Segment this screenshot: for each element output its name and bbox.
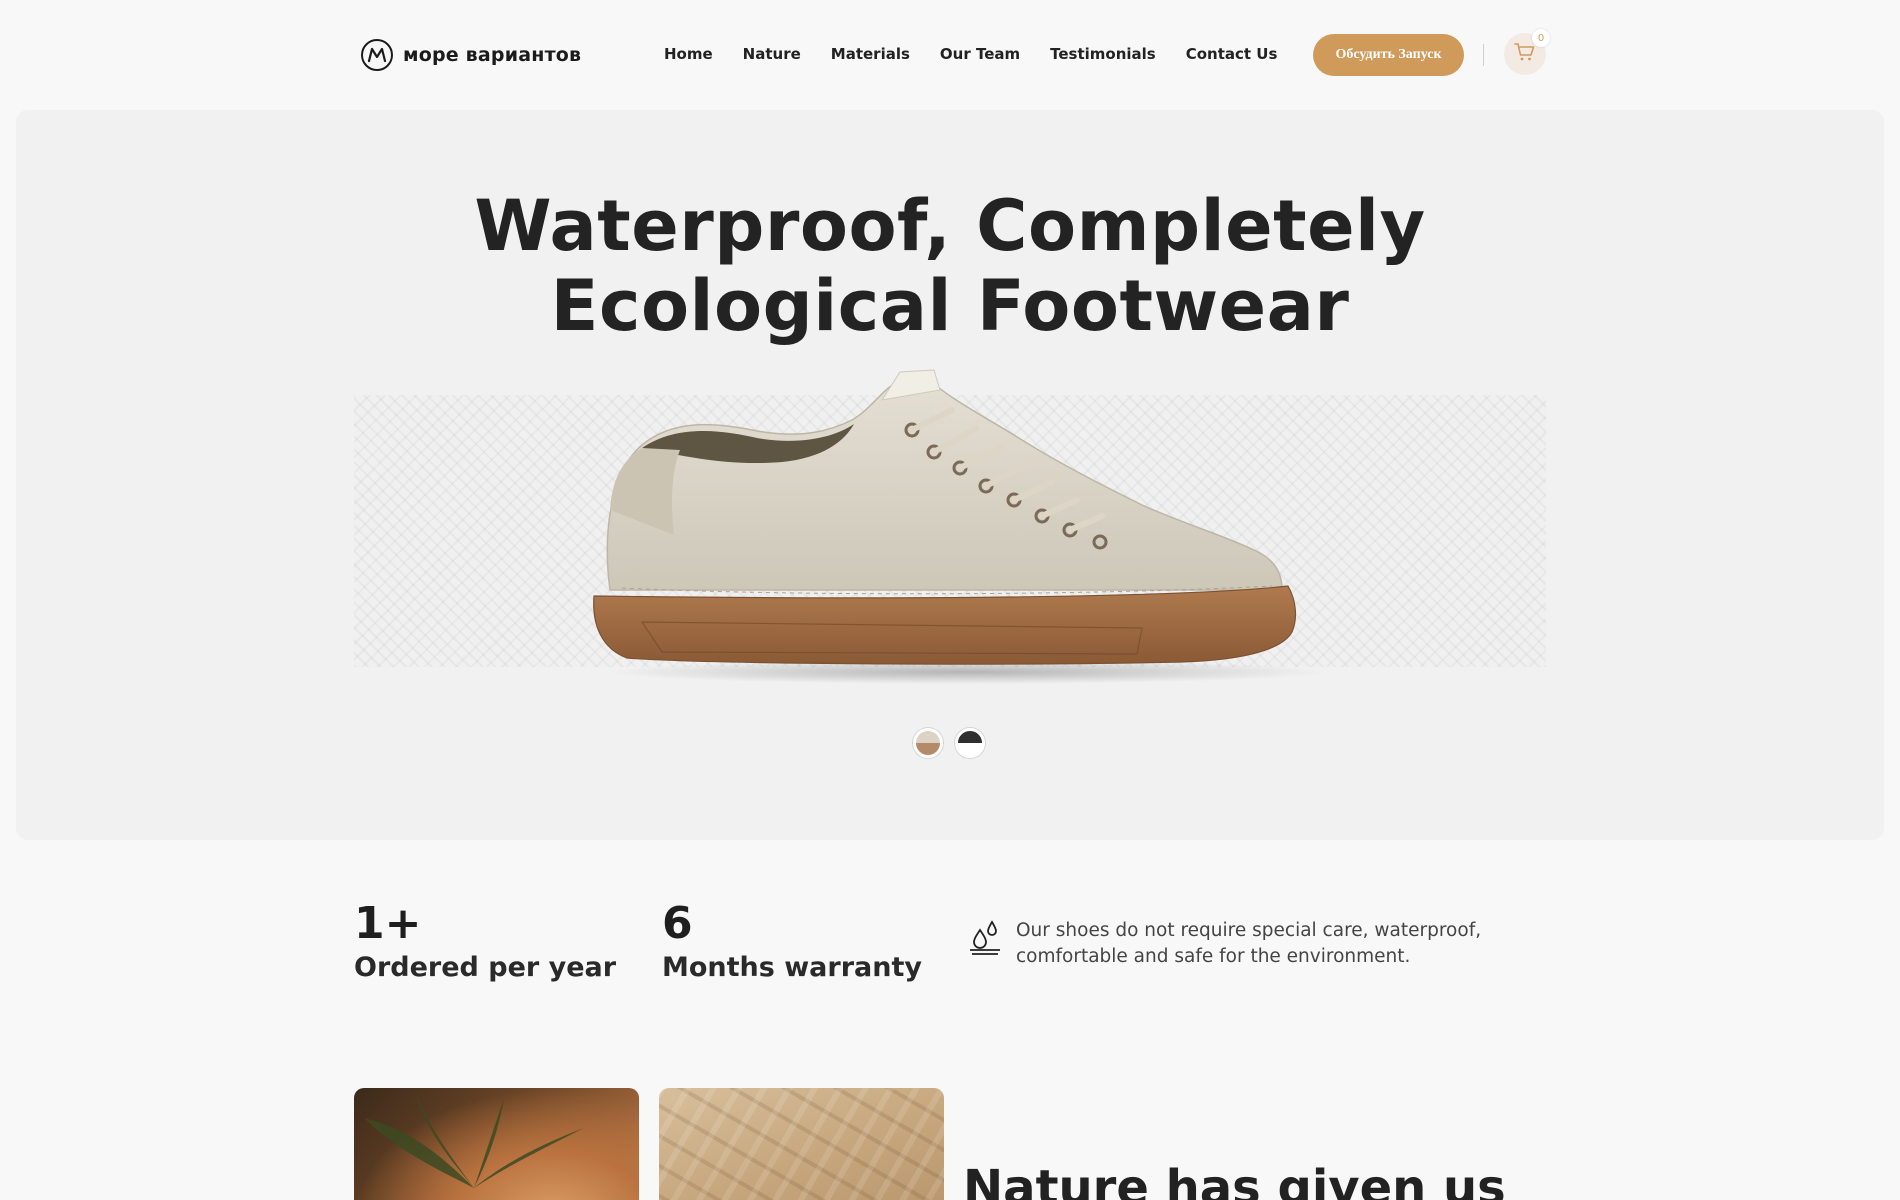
sneaker-image	[593, 369, 1327, 684]
stat-warranty-value: 6	[662, 898, 693, 949]
tan-color-swatch[interactable]	[913, 728, 943, 758]
dark-color-swatch[interactable]	[955, 728, 985, 758]
logo-icon	[361, 39, 393, 71]
logo-text: море вариантов	[403, 44, 582, 66]
cart-icon	[1514, 42, 1536, 67]
water-drops-icon	[968, 918, 1002, 961]
hero-title-line-1: Waterproof, Completely	[474, 185, 1426, 267]
cart-button[interactable]: 0	[1504, 29, 1550, 75]
stat-orders-label: Ordered per year	[354, 952, 617, 983]
nav-materials[interactable]: Materials	[831, 45, 910, 63]
nav-home[interactable]: Home	[664, 45, 713, 63]
hero-title: Waterproof, Completely Ecological Footwe…	[16, 186, 1884, 346]
linen-fabric-image	[659, 1088, 944, 1200]
stat-warranty-label: Months warranty	[662, 952, 922, 983]
hero-section: Waterproof, Completely Ecological Footwe…	[16, 110, 1884, 840]
cart-count-badge: 0	[1532, 29, 1550, 47]
main-nav: Home Nature Materials Our Team Testimoni…	[664, 45, 1277, 63]
hemp-leaf-image	[354, 1088, 639, 1200]
stat-warranty: 6 Months warranty	[662, 898, 922, 983]
stat-orders: 1+ Ordered per year	[354, 898, 616, 983]
waterproof-feature: Our shoes do not require special care, w…	[968, 918, 1516, 970]
discuss-launch-button[interactable]: Обсудить Запуск	[1313, 34, 1464, 76]
nav-contact-us[interactable]: Contact Us	[1186, 45, 1278, 63]
site-header: море вариантов Home Nature Materials Our…	[0, 0, 1900, 110]
stat-orders-value: 1+	[354, 898, 422, 949]
nature-section-title: Nature has given us	[963, 1160, 1506, 1200]
nav-testimonials[interactable]: Testimonials	[1050, 45, 1156, 63]
nav-our-team[interactable]: Our Team	[940, 45, 1020, 63]
color-swatches	[913, 728, 985, 758]
hero-title-line-2: Ecological Footwear	[550, 265, 1350, 347]
nav-nature[interactable]: Nature	[743, 45, 801, 63]
header-divider	[1483, 44, 1484, 66]
logo[interactable]: море вариантов	[361, 38, 581, 72]
feature-description: Our shoes do not require special care, w…	[1016, 920, 1482, 967]
